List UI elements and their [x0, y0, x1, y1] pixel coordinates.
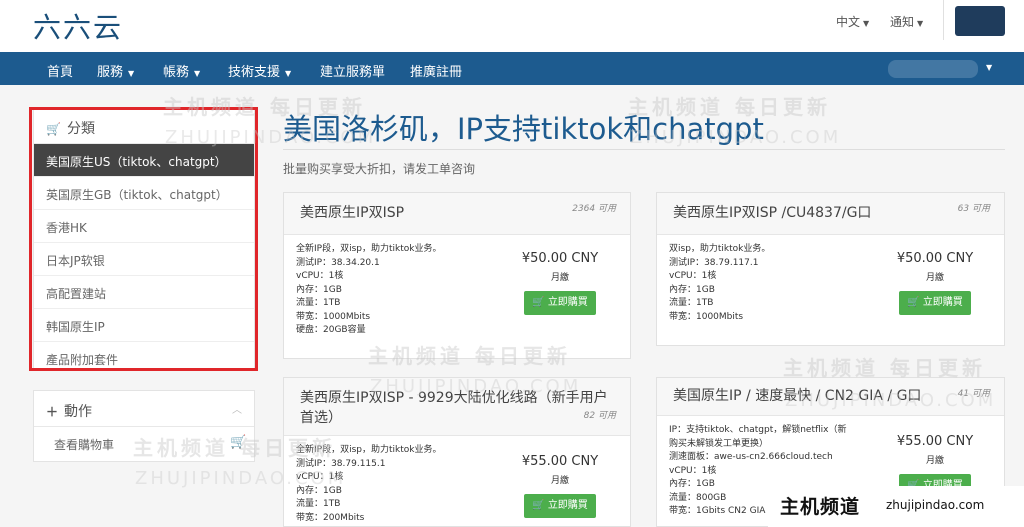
- nav-open-ticket[interactable]: 建立服務單: [320, 61, 385, 80]
- corner-brand-watermark: 主机频道 zhujipindao.com: [768, 486, 1024, 527]
- caret-down-icon: ▼: [863, 19, 870, 28]
- product-price: ¥55.00 CNY: [521, 454, 599, 469]
- watermark-en: ZHUJIPINDAO.COM: [785, 390, 997, 411]
- order-now-button[interactable]: 🛒 立即購買: [524, 494, 596, 518]
- product-card-body: 双isp，助力tiktok业务。 测试IP：38.79.117.1 vCPU：1…: [657, 235, 1004, 332]
- product-name: 美西原生IP双ISP: [300, 205, 405, 221]
- product-card-header: 美西原生IP双ISP 2364 可用: [284, 193, 630, 235]
- account-avatar[interactable]: [955, 6, 1005, 36]
- product-price-block: ¥50.00 CNY 月繳 🛒 立即購買: [510, 251, 610, 315]
- watermark-en: ZHUJIPINDAO.COM: [165, 127, 377, 148]
- product-price: ¥50.00 CNY: [896, 251, 974, 266]
- nav-services[interactable]: 服務 ▼: [97, 61, 134, 80]
- billing-cycle: 月繳: [925, 273, 944, 283]
- title-divider: [283, 149, 1005, 150]
- nav-support[interactable]: 技術支援 ▼: [228, 61, 291, 80]
- notifications-menu[interactable]: 通知 ▼: [890, 13, 923, 30]
- watermark-en: ZHUJIPINDAO.COM: [370, 376, 582, 397]
- watermark-cn: 主机频道 每日更新: [133, 436, 336, 460]
- watermark-en: ZHUJIPINDAO.COM: [630, 127, 842, 148]
- corner-brand-en: zhujipindao.com: [886, 498, 985, 512]
- product-price: ¥50.00 CNY: [521, 251, 599, 266]
- nav-affiliates[interactable]: 推廣註冊: [410, 61, 462, 80]
- header-divider: [943, 0, 944, 40]
- product-availability: 2364 可用: [572, 204, 616, 214]
- chevron-up-icon[interactable]: ︿: [232, 401, 242, 416]
- product-card-header: 美西原生IP双ISP /CU4837/G口 63 可用: [657, 193, 1004, 235]
- actions-panel-header[interactable]: ＋動作 ︿: [34, 391, 254, 427]
- product-availability: 82 可用: [583, 411, 616, 421]
- billing-cycle: 月繳: [550, 476, 569, 486]
- shopping-cart-icon: 🛒: [532, 500, 545, 511]
- shopping-cart-icon: 🛒: [907, 297, 920, 308]
- nav-home[interactable]: 首頁: [47, 61, 73, 80]
- product-availability: 63 可用: [957, 204, 990, 214]
- watermark-cn: 主机频道 每日更新: [628, 95, 831, 119]
- billing-cycle: 月繳: [550, 273, 569, 283]
- corner-brand-cn: 主机频道: [780, 496, 861, 518]
- order-now-button[interactable]: 🛒 立即購買: [524, 291, 596, 315]
- watermark-cn: 主机频道 每日更新: [368, 344, 571, 368]
- caret-down-icon: ▼: [285, 69, 292, 78]
- watermark-en: ZHUJIPINDAO.COM: [135, 468, 347, 489]
- watermark-cn: 主机频道 每日更新: [163, 95, 366, 119]
- caret-down-icon: ▼: [194, 69, 201, 78]
- billing-cycle: 月繳: [925, 456, 944, 466]
- order-now-button[interactable]: 🛒 立即購買: [899, 291, 971, 315]
- top-header: 六六云 中文 ▼ 通知 ▼: [0, 0, 1024, 52]
- shopping-cart-icon: 🛒: [532, 297, 545, 308]
- watermark-cn: 主机频道 每日更新: [783, 356, 986, 380]
- caret-down-icon: ▼: [917, 19, 924, 28]
- product-price-block: ¥55.00 CNY 月繳 🛒 立即購買: [510, 454, 610, 518]
- product-spec-line: 硬盘：20GB容量: [296, 325, 366, 335]
- product-price-block: ¥50.00 CNY 月繳 🛒 立即購買: [885, 251, 985, 315]
- product-card: 美西原生IP双ISP 2364 可用 全新IP段，双isp，助力tiktok业务…: [283, 192, 631, 359]
- product-card: 美西原生IP双ISP /CU4837/G口 63 可用 双isp，助力tikto…: [656, 192, 1005, 346]
- nav-billing[interactable]: 帳務 ▼: [163, 61, 200, 80]
- product-price: ¥55.00 CNY: [896, 434, 974, 449]
- plus-icon: ＋: [46, 405, 59, 419]
- page-subtitle: 批量购买享受大折扣，请发工单咨询: [283, 162, 476, 176]
- caret-down-icon: ▼: [128, 69, 135, 78]
- product-card-body: 全新IP段，双isp，助力tiktok业务。 测试IP：38.34.20.1 v…: [284, 235, 630, 346]
- product-name: 美西原生IP双ISP /CU4837/G口: [673, 205, 872, 221]
- main-navbar: 首頁 服務 ▼ 帳務 ▼ 技術支援 ▼ 建立服務單 推廣註冊 ▼: [0, 52, 1024, 85]
- site-logo[interactable]: 六六云: [33, 6, 123, 46]
- language-selector[interactable]: 中文 ▼: [836, 13, 869, 30]
- account-menu-blurred[interactable]: [888, 60, 978, 78]
- caret-down-icon[interactable]: ▼: [986, 63, 992, 72]
